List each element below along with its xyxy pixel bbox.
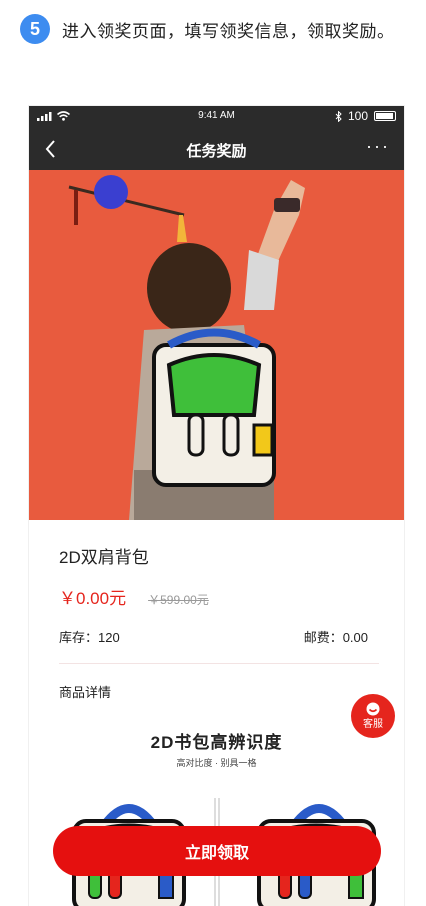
current-price: ￥0.00元 (59, 589, 127, 608)
status-right: 100 (335, 109, 396, 123)
step-text: 进入领奖页面，填写领奖信息，领取奖励。 (62, 21, 395, 41)
shipping-fee: 邮费：0.00 (303, 630, 368, 645)
details-heading: 商品详情 (59, 685, 112, 700)
more-icon[interactable]: ··· (366, 136, 390, 157)
page-title: 任务奖励 (186, 143, 247, 160)
nav-bar: 任务奖励 ··· (29, 128, 404, 170)
battery-icon (374, 111, 396, 121)
promo-subtitle: 高对比度 · 别具一格 (176, 758, 257, 768)
phone-screen: 9:41 AM 100 任务奖励 ··· 2D双肩背包 ￥0.00元 ￥599.… (29, 106, 404, 906)
status-bar: 9:41 AM 100 (29, 106, 404, 128)
stock-count: 库存：120 (59, 630, 120, 645)
promo-title: 2D书包高辨识度 (150, 733, 283, 752)
step-instruction: 5 进入领奖页面，填写领奖信息，领取奖励。 (20, 14, 395, 44)
battery-percent: 100 (347, 109, 368, 123)
service-icon (366, 702, 380, 716)
price-row: ￥0.00元 ￥599.00元 (59, 584, 209, 609)
divider (59, 663, 379, 664)
product-hero-image (29, 170, 404, 520)
claim-reward-button[interactable]: 立即领取 (53, 826, 381, 876)
bluetooth-icon (335, 110, 342, 122)
product-name: 2D双肩背包 (59, 548, 149, 567)
original-price: ￥599.00元 (148, 593, 209, 607)
step-number-badge: 5 (20, 14, 50, 44)
